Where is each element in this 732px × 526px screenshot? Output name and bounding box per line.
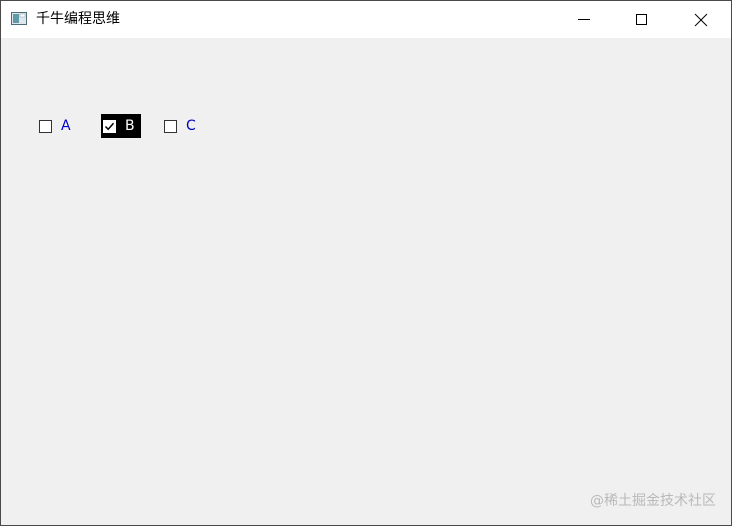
checkbox-a[interactable]: A bbox=[39, 114, 71, 138]
checkbox-b[interactable]: B bbox=[101, 114, 141, 138]
client-area: A B C @稀土掘金技术社区 bbox=[1, 38, 731, 525]
checkbox-b-label[interactable]: B bbox=[125, 118, 135, 134]
close-button[interactable] bbox=[672, 1, 730, 38]
minimize-button[interactable] bbox=[555, 1, 613, 38]
title-bar[interactable]: 千牛编程思维 bbox=[1, 1, 731, 38]
checkbox-c-label[interactable]: C bbox=[186, 118, 196, 134]
maximize-icon bbox=[636, 14, 647, 25]
window-title: 千牛编程思维 bbox=[36, 11, 120, 27]
checkbox-a-label[interactable]: A bbox=[61, 118, 71, 134]
minimize-icon bbox=[578, 19, 590, 20]
checkbox-c-box[interactable] bbox=[164, 119, 177, 133]
checkbox-a-box[interactable] bbox=[39, 119, 52, 133]
checkbox-c[interactable]: C bbox=[164, 114, 196, 138]
maximize-button[interactable] bbox=[613, 1, 671, 38]
close-icon bbox=[694, 13, 708, 27]
checkmark-icon bbox=[104, 122, 115, 130]
watermark: @稀土掘金技术社区 bbox=[590, 493, 716, 509]
checkbox-b-box[interactable] bbox=[103, 119, 116, 133]
app-window-icon bbox=[11, 12, 27, 25]
app-window: 千牛编程思维 A B C @稀土掘金技术社区 bbox=[0, 0, 732, 526]
